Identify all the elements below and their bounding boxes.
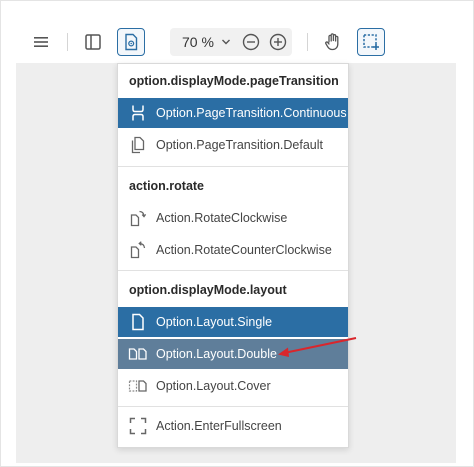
menu-item-label: Action.EnterFullscreen [156, 419, 282, 433]
toolbar-divider [307, 33, 308, 51]
menu-item-layout-single[interactable]: Option.Layout.Single [118, 307, 348, 337]
section-header-page-transition: option.displayMode.pageTransition [129, 74, 339, 88]
menu-item-label: Option.Layout.Double [156, 347, 277, 361]
red-annotation-arrow [278, 337, 357, 357]
section-header-layout: option.displayMode.layout [129, 283, 287, 297]
menu-item-label: Option.Layout.Cover [156, 379, 271, 393]
continuous-scroll-icon [128, 103, 148, 123]
menu-item-label: Action.RotateCounterClockwise [156, 243, 332, 257]
double-page-icon [128, 344, 148, 364]
toggle-sidebar-button[interactable] [79, 28, 107, 56]
menu-item-enter-fullscreen[interactable]: Action.EnterFullscreen [118, 411, 348, 441]
menu-divider [118, 270, 348, 271]
toolbar-divider [67, 33, 68, 51]
rotate-counterclockwise-icon [128, 240, 148, 260]
section-header-rotate: action.rotate [129, 179, 205, 193]
menu-item-label: Option.PageTransition.Default [156, 138, 323, 152]
menu-divider [118, 166, 348, 167]
viewer-toolbar: 70 % [16, 24, 456, 60]
menu-item-page-transition-default[interactable]: Option.PageTransition.Default [118, 130, 348, 160]
zoom-in-icon[interactable] [268, 32, 288, 52]
hand-tool-button[interactable] [319, 28, 347, 56]
zoom-out-icon[interactable] [241, 32, 261, 52]
cover-layout-icon [128, 376, 148, 396]
single-page-icon [128, 312, 148, 332]
chevron-down-icon[interactable] [220, 34, 232, 50]
menu-item-rotate-clockwise[interactable]: Action.RotateClockwise [118, 203, 348, 233]
hand-tool-icon [325, 33, 339, 51]
menu-item-rotate-counterclockwise[interactable]: Action.RotateCounterClockwise [118, 235, 348, 265]
menu-item-label: Action.RotateClockwise [156, 211, 288, 225]
fullscreen-icon [128, 416, 148, 436]
selection-tool-button[interactable] [357, 28, 385, 56]
view-mode-dropdown-menu: option.displayMode.pageTransition Option… [117, 63, 349, 448]
view-mode-icon [125, 33, 138, 51]
menu-item-page-transition-continuous[interactable]: Option.PageTransition.Continuous [118, 98, 348, 128]
pages-icon [128, 135, 148, 155]
menu-item-label: Option.Layout.Single [156, 315, 273, 329]
rotate-clockwise-icon [128, 208, 148, 228]
sidebar-icon [85, 34, 101, 50]
hamburger-icon [34, 37, 48, 47]
view-mode-button[interactable] [117, 28, 145, 56]
menu-button[interactable] [27, 28, 55, 56]
menu-item-label: Option.PageTransition.Continuous [156, 106, 347, 120]
menu-item-layout-cover[interactable]: Option.Layout.Cover [118, 371, 348, 401]
selection-tool-icon [363, 34, 379, 50]
menu-divider [118, 406, 348, 407]
zoom-control: 70 % [170, 28, 292, 56]
zoom-value[interactable]: 70 % [182, 34, 214, 50]
